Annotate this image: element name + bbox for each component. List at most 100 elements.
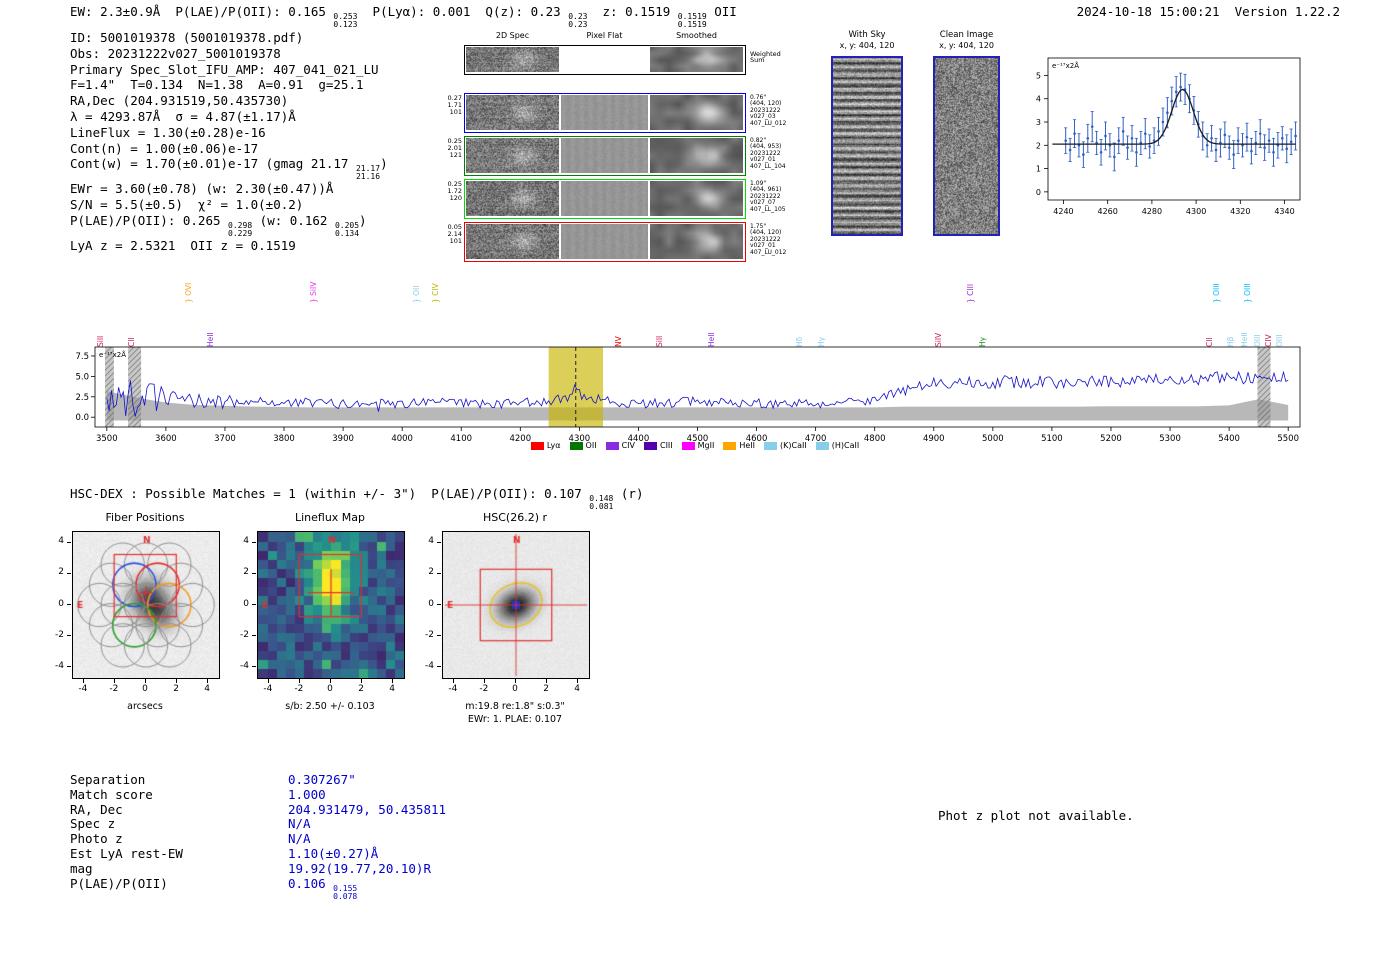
data-point (1263, 146, 1266, 149)
cutout-title-hsc-r: HSC(26.2) r (422, 511, 608, 524)
data-point (1259, 132, 1262, 135)
y-tick (67, 604, 71, 605)
y-tick-label: 0 (46, 599, 64, 609)
data-point (1082, 153, 1085, 156)
data-point (1122, 130, 1125, 133)
y-tick-label: 0 (1036, 188, 1041, 197)
x-tick-label: -4 (441, 684, 465, 694)
legend-item: MgII (682, 441, 715, 450)
data-point (1131, 137, 1134, 140)
cutout-image-lineflux-map (257, 531, 405, 679)
text-segment: z: 0.1519 (587, 4, 677, 19)
info-line: EWr = 3.60(±0.78) (w: 2.30(±0.47))Å (70, 181, 388, 197)
text-segment: Obs: 20231222v027_5001019378 (70, 46, 281, 61)
super-sub-stack: 0.1550.078 (333, 885, 357, 901)
x-tick (484, 679, 485, 683)
y-tick-label: -2 (46, 630, 64, 640)
x-tick-label: -2 (102, 684, 126, 694)
data-point (1170, 100, 1173, 103)
line-label-CII: CII (1205, 337, 1214, 347)
y-tick-label: 4 (231, 536, 249, 546)
match-value: 1.10(±0.27)Å (288, 847, 378, 862)
match-value: 204.931479, 50.435811 (288, 803, 446, 818)
text-segment: F=1.4" T=0.134 N=1.38 A=0.91 g=25.1 (70, 77, 364, 92)
spec2d-row (464, 179, 746, 219)
sky-panel-coords: x, y: 404, 120 (933, 41, 1000, 50)
text-segment: P(Lyα): 0.001 Q(z): 0.23 (358, 4, 569, 19)
legend-swatch (570, 442, 583, 450)
y-tick-label: -4 (416, 661, 434, 671)
x-tick-label: 0 (133, 684, 157, 694)
elixer-report: EW: 2.3±0.9Å P(LAE)/P(OII): 0.165 0.2530… (0, 0, 1400, 953)
spec2d-strip-2d (466, 138, 559, 173)
match-value: 0.106 0.1550.078 (288, 877, 357, 901)
y-tick (437, 573, 441, 574)
spec2d-strip-2d (466, 181, 559, 216)
legend-label: HeII (739, 441, 755, 450)
info-line: Cont(n) = 1.00(±0.06)e-17 (70, 141, 388, 157)
sky-panel-title: With Sky (831, 30, 903, 40)
x-tick-label: 2 (534, 684, 558, 694)
legend-item: (K)CaII (764, 441, 807, 450)
text-segment: OII (707, 4, 737, 19)
data-point (1104, 135, 1107, 138)
info-line: LineFlux = 1.30(±0.28)e-16 (70, 125, 388, 141)
y-tick-label: 7.5 (75, 352, 89, 362)
line-label-SiIV: } SiIV (309, 282, 318, 303)
spec2d-strip-2d (466, 95, 559, 130)
y-tick-label: 2 (416, 567, 434, 577)
text-segment: HSC-DEX : Possible Matches = 1 (within +… (70, 486, 589, 501)
match-row: RA, Dec204.931479, 50.435811 (70, 803, 446, 818)
y-tick-label: 2.5 (75, 393, 89, 403)
legend-label: MgII (698, 441, 715, 450)
x-tick-label: 2 (349, 684, 373, 694)
x-tick (83, 679, 84, 683)
line-label-CIV: } CIV (431, 283, 440, 303)
line-label-HeII: HeII (707, 332, 716, 347)
spec2d-row (464, 136, 746, 176)
x-tick (330, 679, 331, 683)
match-row: mag19.92(19.77,20.10)R (70, 862, 446, 877)
data-point (1179, 86, 1182, 89)
x-tick-label: -2 (472, 684, 496, 694)
super-sub-stack: 0.2050.134 (335, 222, 359, 238)
data-point (1135, 151, 1138, 154)
match-label: Match score (70, 788, 288, 803)
text-segment: ) (380, 156, 388, 171)
x-tick-label: 4 (195, 684, 219, 694)
super-sub-stack: 0.1480.081 (589, 495, 613, 511)
spec2d-strip-smoothed (650, 181, 743, 216)
with-sky-image (831, 56, 903, 236)
x-tick-label: -4 (256, 684, 280, 694)
y-tick (252, 666, 256, 667)
match-value-text: 204.931479, 50.435811 (288, 802, 446, 817)
data-point (1064, 139, 1067, 142)
line-label-HeII: HeII (1240, 332, 1249, 347)
stack-bottom: 21.16 (356, 173, 380, 181)
info-line: Obs: 20231222v027_5001019378 (70, 46, 388, 62)
info-line: λ = 4293.87Å σ = 4.87(±1.17)Å (70, 109, 388, 125)
data-point (1100, 151, 1103, 154)
data-point (1228, 146, 1231, 149)
data-point (1148, 145, 1151, 148)
legend-swatch (764, 442, 777, 450)
spectrum-legend: LyαOIICIVCIIIMgIIHeII(K)CaII(H)CaII (55, 441, 1335, 450)
x-tick (361, 679, 362, 683)
hsc-dex-header: HSC-DEX : Possible Matches = 1 (within +… (70, 486, 643, 511)
text-segment: EWr = 3.60(±0.78) (w: 2.30(±0.47))Å (70, 181, 333, 196)
y-tick-label: 2 (46, 567, 64, 577)
masked-band-hatch (1257, 347, 1270, 427)
y-tick-label: 0 (231, 599, 249, 609)
line-label-NV: NV (614, 336, 623, 347)
y-tick (252, 542, 256, 543)
legend-item: Lyα (531, 441, 561, 450)
spec2d-row (464, 93, 746, 133)
y-tick (67, 635, 71, 636)
text-segment: (r) (613, 486, 643, 501)
data-point (1281, 137, 1284, 140)
spec2d-col-title: Pixel Flat (561, 31, 648, 40)
legend-label: (H)CaII (832, 441, 859, 450)
x-tick-label: -2 (287, 684, 311, 694)
line-fit-plot: 012345424042604280430043204340e⁻¹⁷x2Å (1000, 48, 1320, 242)
super-sub-stack: 0.2980.229 (228, 222, 252, 238)
